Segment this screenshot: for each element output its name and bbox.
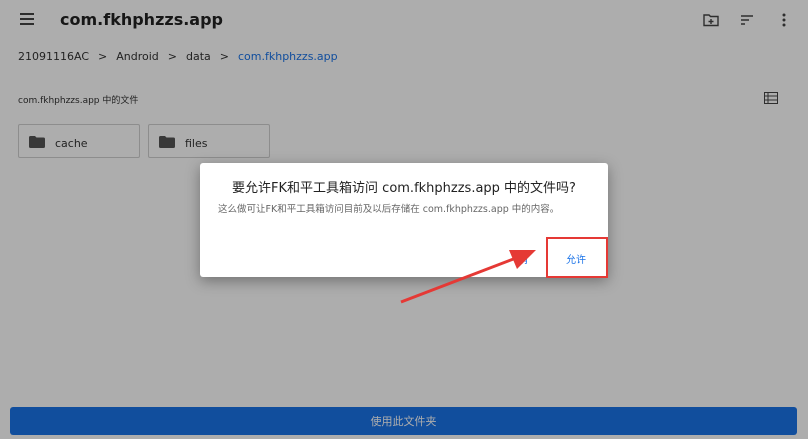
allow-button[interactable]: 允许 bbox=[566, 251, 586, 266]
cancel-button[interactable]: 消 bbox=[518, 251, 528, 266]
dialog-title: 要允许FK和平工具箱访问 com.fkhphzzs.app 中的文件吗? bbox=[232, 181, 576, 196]
dialog-message: 这么做可让FK和平工具箱访问目前及以后存储在 com.fkhphzzs.app … bbox=[218, 204, 560, 215]
